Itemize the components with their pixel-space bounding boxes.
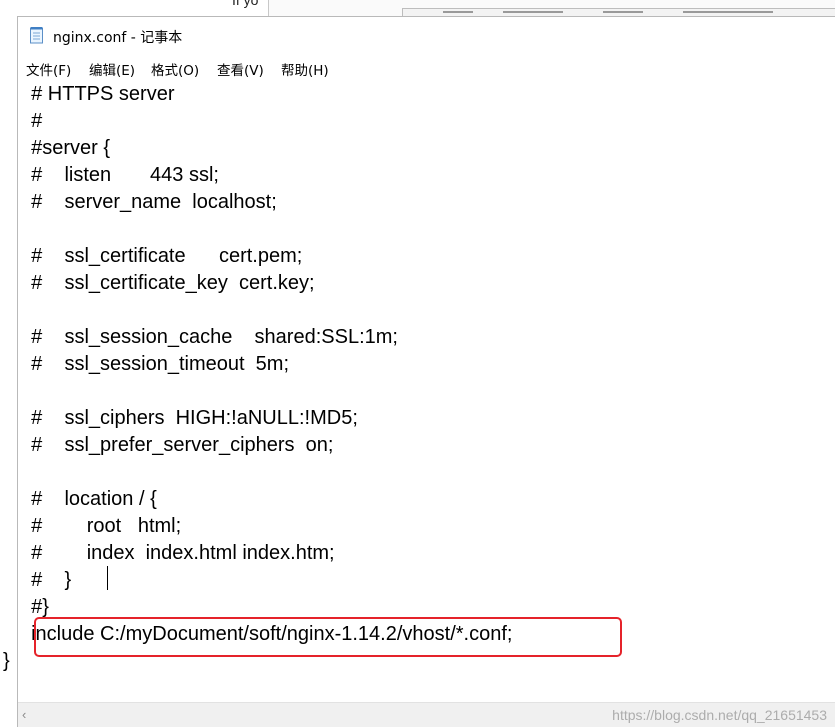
editor-line: # index index.html index.htm; (20, 542, 335, 564)
editor-line: # location / { (20, 488, 157, 510)
highlight-box (34, 617, 622, 657)
scroll-left-icon[interactable]: ‹ (22, 707, 26, 722)
horizontal-scrollbar[interactable]: ‹ https://blog.csdn.net/qq_21651453 (18, 702, 835, 727)
editor-line: # ssl_prefer_server_ciphers on; (20, 434, 334, 456)
editor-line: # listen 443 ssl; (20, 164, 219, 186)
menu-help[interactable]: 帮助(H) (281, 59, 329, 79)
title-bar[interactable]: nginx.conf - 记事本 (18, 17, 835, 51)
text-editor[interactable]: # HTTPS server # #server { # listen 443 … (3, 81, 835, 703)
menu-view[interactable]: 查看(V) (217, 59, 264, 79)
editor-line: # ssl_session_timeout 5m; (20, 353, 290, 375)
editor-line: # root html; (20, 515, 182, 537)
text-caret (107, 566, 108, 590)
menu-format[interactable]: 格式(O) (151, 59, 199, 79)
editor-line: #server { (20, 137, 111, 159)
window-title: nginx.conf - 记事本 (53, 30, 183, 46)
editor-line: # server_name localhost; (20, 191, 277, 213)
menu-edit[interactable]: 编辑(E) (89, 59, 135, 79)
editor-line: # (20, 110, 43, 132)
background-window-text: If yo (232, 0, 259, 8)
menu-bar: 文件(F) 编辑(E) 格式(O) 查看(V) 帮助(H) (18, 55, 835, 79)
editor-line: # } (20, 569, 72, 591)
editor-line: } (3, 650, 10, 672)
editor-line: # ssl_certificate_key cert.key; (20, 272, 315, 294)
menu-file[interactable]: 文件(F) (26, 59, 71, 79)
editor-line: # ssl_ciphers HIGH:!aNULL:!MD5; (20, 407, 358, 429)
editor-line: # HTTPS server (20, 83, 175, 105)
editor-line: # ssl_session_cache shared:SSL:1m; (20, 326, 398, 348)
watermark: https://blog.csdn.net/qq_21651453 (612, 707, 827, 723)
editor-line: # ssl_certificate cert.pem; (20, 245, 303, 267)
notepad-icon (30, 27, 43, 44)
